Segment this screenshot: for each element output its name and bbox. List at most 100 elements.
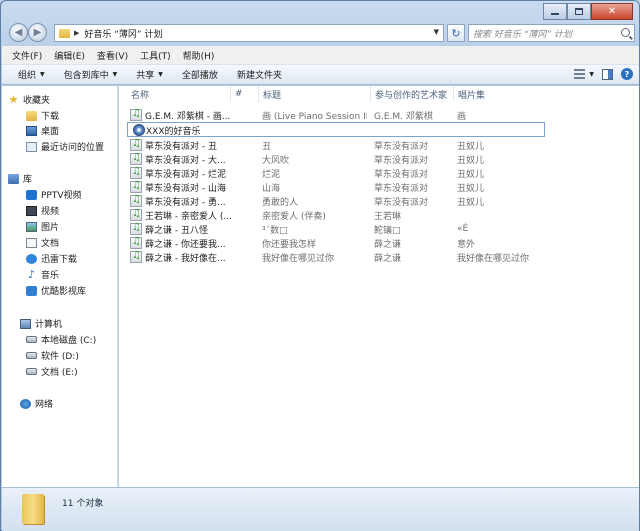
forward-arrow-icon: ▶ (33, 27, 42, 38)
preview-pane-icon[interactable] (602, 68, 613, 80)
nav-network-label: 网络 (35, 400, 54, 410)
file-name: 王若琳 - 亲密爱人 (... (145, 211, 232, 222)
address-dropdown-icon[interactable]: ▼ (434, 28, 439, 36)
file-row-selected[interactable]: XXX的好音乐 (127, 122, 545, 137)
nav-favorites-label: 收藏夹 (23, 96, 51, 106)
hard-drive-icon (26, 352, 37, 359)
nav-drive-d[interactable]: 软件 (D:) (26, 348, 79, 363)
column-name-label: 名称 (131, 90, 150, 101)
menu-help[interactable]: 帮助(H) (183, 49, 215, 62)
file-artist: 草东没有派对 (374, 169, 429, 180)
nav-drive-d-label: 软件 (D:) (41, 352, 79, 362)
new-folder-button[interactable]: 新建文件夹 (237, 68, 282, 81)
nav-videos[interactable]: 视频 (26, 203, 59, 218)
column-header-artist[interactable]: 参与创作的艺术家 (371, 86, 454, 102)
nav-documents[interactable]: 文档 (26, 235, 59, 250)
breadcrumb-separator-icon[interactable]: ▶ (74, 29, 79, 37)
include-in-library-button[interactable]: 包含到库中 ▼ (64, 68, 118, 81)
file-album: 丑奴儿 (457, 169, 485, 180)
file-row[interactable]: 草东没有派对 - 山海 山海 草东没有派对 丑奴儿 (125, 180, 637, 194)
nav-drive-c[interactable]: 本地磁盘 (C:) (26, 332, 96, 347)
nav-thunder-downloads[interactable]: 迅雷下载 (26, 251, 77, 266)
music-file-icon (130, 222, 142, 235)
file-album: «É (457, 224, 469, 234)
search-icon[interactable] (621, 28, 630, 37)
close-button[interactable]: ✕ (591, 3, 633, 20)
nav-pptv-video[interactable]: PPTV视频 (26, 187, 82, 202)
search-input[interactable]: 搜索 好音乐 “薄冈” 计划 (468, 24, 635, 42)
chevron-down-icon: ▼ (112, 71, 118, 78)
file-row[interactable]: 草东没有派对 - 大... 大风吹 草东没有派对 丑奴儿 (125, 152, 637, 166)
music-file-icon (130, 236, 142, 249)
nav-music[interactable]: ♪ 音乐 (26, 267, 59, 282)
file-title: 我好像在哪见过你 (262, 253, 335, 264)
file-album (457, 208, 547, 222)
file-name: 薛之谦 - 你还要我... (145, 239, 226, 250)
column-header-name[interactable]: 名称 (127, 86, 231, 102)
music-file-icon (130, 166, 142, 179)
refresh-button[interactable]: ↻ (447, 24, 465, 42)
music-file-icon (130, 194, 142, 207)
thunder-download-icon (26, 253, 37, 264)
nav-drive-e[interactable]: 文档 (E:) (26, 364, 78, 379)
back-button[interactable]: ◀ (9, 23, 28, 42)
menu-view[interactable]: 查看(V) (97, 49, 128, 62)
file-name: G.E.M. 邓紫棋 - 画... (145, 111, 231, 122)
change-view-icon[interactable] (574, 69, 586, 79)
file-name: 草东没有派对 - 丑 (145, 141, 217, 152)
star-icon: ★ (8, 92, 19, 106)
file-row[interactable]: G.E.M. 邓紫棋 - 画... 画 (Live Piano Session … (125, 108, 637, 122)
forward-button[interactable]: ▶ (28, 23, 47, 42)
nav-recent-places[interactable]: 最近访问的位置 (26, 139, 104, 154)
menu-bar: 文件(F) 编辑(E) 查看(V) 工具(T) 帮助(H) (2, 46, 639, 65)
file-row[interactable]: 薛之谦 - 我好像在... 我好像在哪见过你 薛之谦 我好像在哪见过你 (125, 250, 637, 264)
libraries-icon (8, 173, 19, 184)
new-folder-label: 新建文件夹 (236, 71, 282, 81)
computer-icon (20, 318, 31, 329)
nav-youku-library[interactable]: 优酷影视库 (26, 283, 86, 298)
file-name: 薛之谦 - 丑八怪 (145, 225, 208, 236)
menu-tools[interactable]: 工具(T) (140, 49, 171, 62)
organize-button[interactable]: 组织 ▼ (18, 68, 45, 81)
file-row[interactable]: 草东没有派对 - 勇... 勇敢的人 草东没有派对 丑奴儿 (125, 194, 637, 208)
share-button[interactable]: 共享 ▼ (136, 68, 163, 81)
file-artist: 草东没有派对 (374, 183, 429, 194)
maximize-button[interactable] (567, 3, 591, 20)
breadcrumb-current[interactable]: 好音乐 “薄冈” 计划 (84, 27, 162, 40)
file-artist: 鮀镶□ (374, 225, 401, 236)
nav-libraries[interactable]: 库 (8, 171, 32, 186)
nav-computer[interactable]: 计算机 (20, 316, 62, 331)
nav-downloads[interactable]: 下载 (26, 108, 59, 123)
address-bar[interactable]: ▶ 好音乐 “薄冈” 计划 ▼ (54, 24, 444, 42)
file-name: 草东没有派对 - 勇... (145, 197, 226, 208)
nav-favorites[interactable]: ★ 收藏夹 (8, 92, 50, 107)
menu-edit[interactable]: 编辑(E) (54, 49, 85, 62)
minimize-button[interactable] (543, 3, 567, 20)
file-artist: 薛之谦 (374, 239, 402, 250)
help-icon[interactable]: ? (621, 68, 633, 80)
nav-network[interactable]: 网络 (20, 396, 53, 411)
column-header-number[interactable]: # (231, 86, 259, 102)
nav-pictures[interactable]: 图片 (26, 219, 59, 234)
nav-desktop[interactable]: 桌面 (26, 123, 59, 138)
nav-downloads-label: 下载 (41, 112, 60, 122)
column-number-label: # (235, 89, 243, 99)
menu-file[interactable]: 文件(F) (12, 49, 42, 62)
play-all-button[interactable]: 全部播放 (182, 68, 218, 81)
file-album: 丑奴儿 (457, 155, 485, 166)
file-album: 丑奴儿 (457, 197, 485, 208)
file-album: 丑奴儿 (457, 183, 485, 194)
column-header-title[interactable]: 标题 (259, 86, 371, 102)
recent-places-icon (26, 141, 37, 152)
command-bar: 组织 ▼ 包含到库中 ▼ 共享 ▼ 全部播放 新建文件夹 ▼ ? (2, 65, 639, 85)
nav-desktop-label: 桌面 (41, 127, 60, 137)
view-dropdown-icon[interactable]: ▼ (589, 71, 594, 78)
music-file-icon (130, 108, 142, 121)
file-row[interactable]: 草东没有派对 - 烂泥 烂泥 草东没有派对 丑奴儿 (125, 166, 637, 180)
hard-drive-icon (26, 368, 37, 375)
column-header-album[interactable]: 唱片集 (454, 86, 544, 102)
file-row[interactable]: 薛之谦 - 你还要我... 你还要我怎样 薛之谦 意外 (125, 236, 637, 250)
file-row[interactable]: 草东没有派对 - 丑 丑 草东没有派对 丑奴儿 (125, 138, 637, 152)
file-row[interactable]: 薛之谦 - 丑八怪 ³´数□ 鮀镶□ «É (125, 222, 637, 236)
file-row[interactable]: 王若琳 - 亲密爱人 (... 亲密爱人 (伴奏) 王若琳 (125, 208, 637, 222)
